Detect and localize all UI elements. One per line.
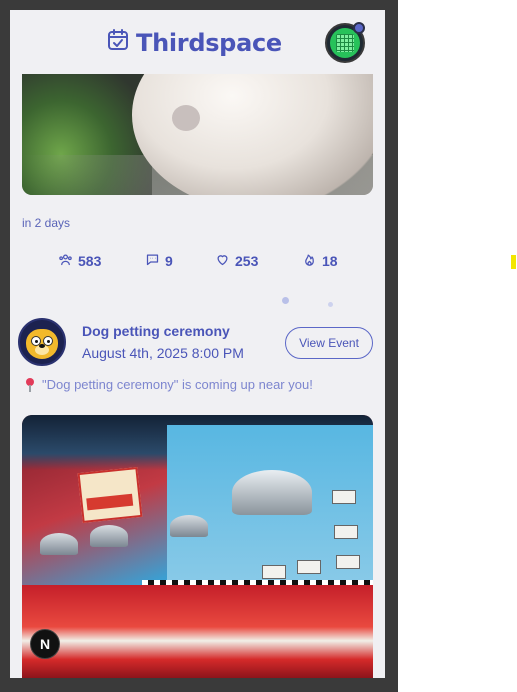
- event-title[interactable]: Dog petting ceremony: [82, 323, 230, 339]
- pin-icon: [24, 377, 36, 392]
- event-notice: "Dog petting ceremony" is coming up near…: [24, 377, 313, 392]
- brand[interactable]: Thirdspace: [106, 28, 282, 57]
- diner-sign: [77, 467, 143, 523]
- carousel-dot[interactable]: [328, 302, 333, 307]
- notice-text: "Dog petting ceremony" is coming up near…: [42, 377, 313, 392]
- app-viewport: Thirdspace in 2 days 583 9 253 18 Dog pe…: [10, 10, 385, 678]
- comments-stat[interactable]: 9: [145, 252, 173, 270]
- view-event-button[interactable]: View Event: [285, 327, 373, 359]
- event-stats: 583 9 253 18: [10, 252, 385, 272]
- calendar-check-icon: [106, 28, 130, 57]
- app-title: Thirdspace: [136, 28, 282, 57]
- scroll-marker: [511, 255, 516, 269]
- attendees-stat[interactable]: 583: [58, 252, 101, 270]
- event-photo-cat[interactable]: [22, 60, 373, 195]
- online-status-dot: [353, 22, 365, 34]
- heart-icon: [215, 252, 230, 270]
- device-frame: Thirdspace in 2 days 583 9 253 18 Dog pe…: [0, 0, 398, 692]
- likes-count: 253: [235, 253, 259, 269]
- event-time-remaining: in 2 days: [22, 216, 71, 230]
- fire-icon: [302, 252, 317, 270]
- comments-count: 9: [165, 253, 173, 269]
- fire-count: 18: [322, 253, 338, 269]
- app-header: Thirdspace: [10, 10, 385, 74]
- people-icon: [58, 252, 73, 270]
- event-date: August 4th, 2025 8:00 PM: [82, 345, 244, 361]
- dev-tools-badge[interactable]: N: [30, 629, 60, 659]
- event-header: Dog petting ceremony August 4th, 2025 8:…: [18, 318, 378, 368]
- likes-stat[interactable]: 253: [215, 252, 258, 270]
- fire-stat[interactable]: 18: [302, 252, 338, 270]
- comment-icon: [145, 252, 160, 270]
- carousel-dot[interactable]: [282, 297, 289, 304]
- host-avatar[interactable]: [18, 318, 66, 366]
- event-photo-diner[interactable]: [22, 415, 373, 678]
- attendees-count: 583: [78, 253, 102, 269]
